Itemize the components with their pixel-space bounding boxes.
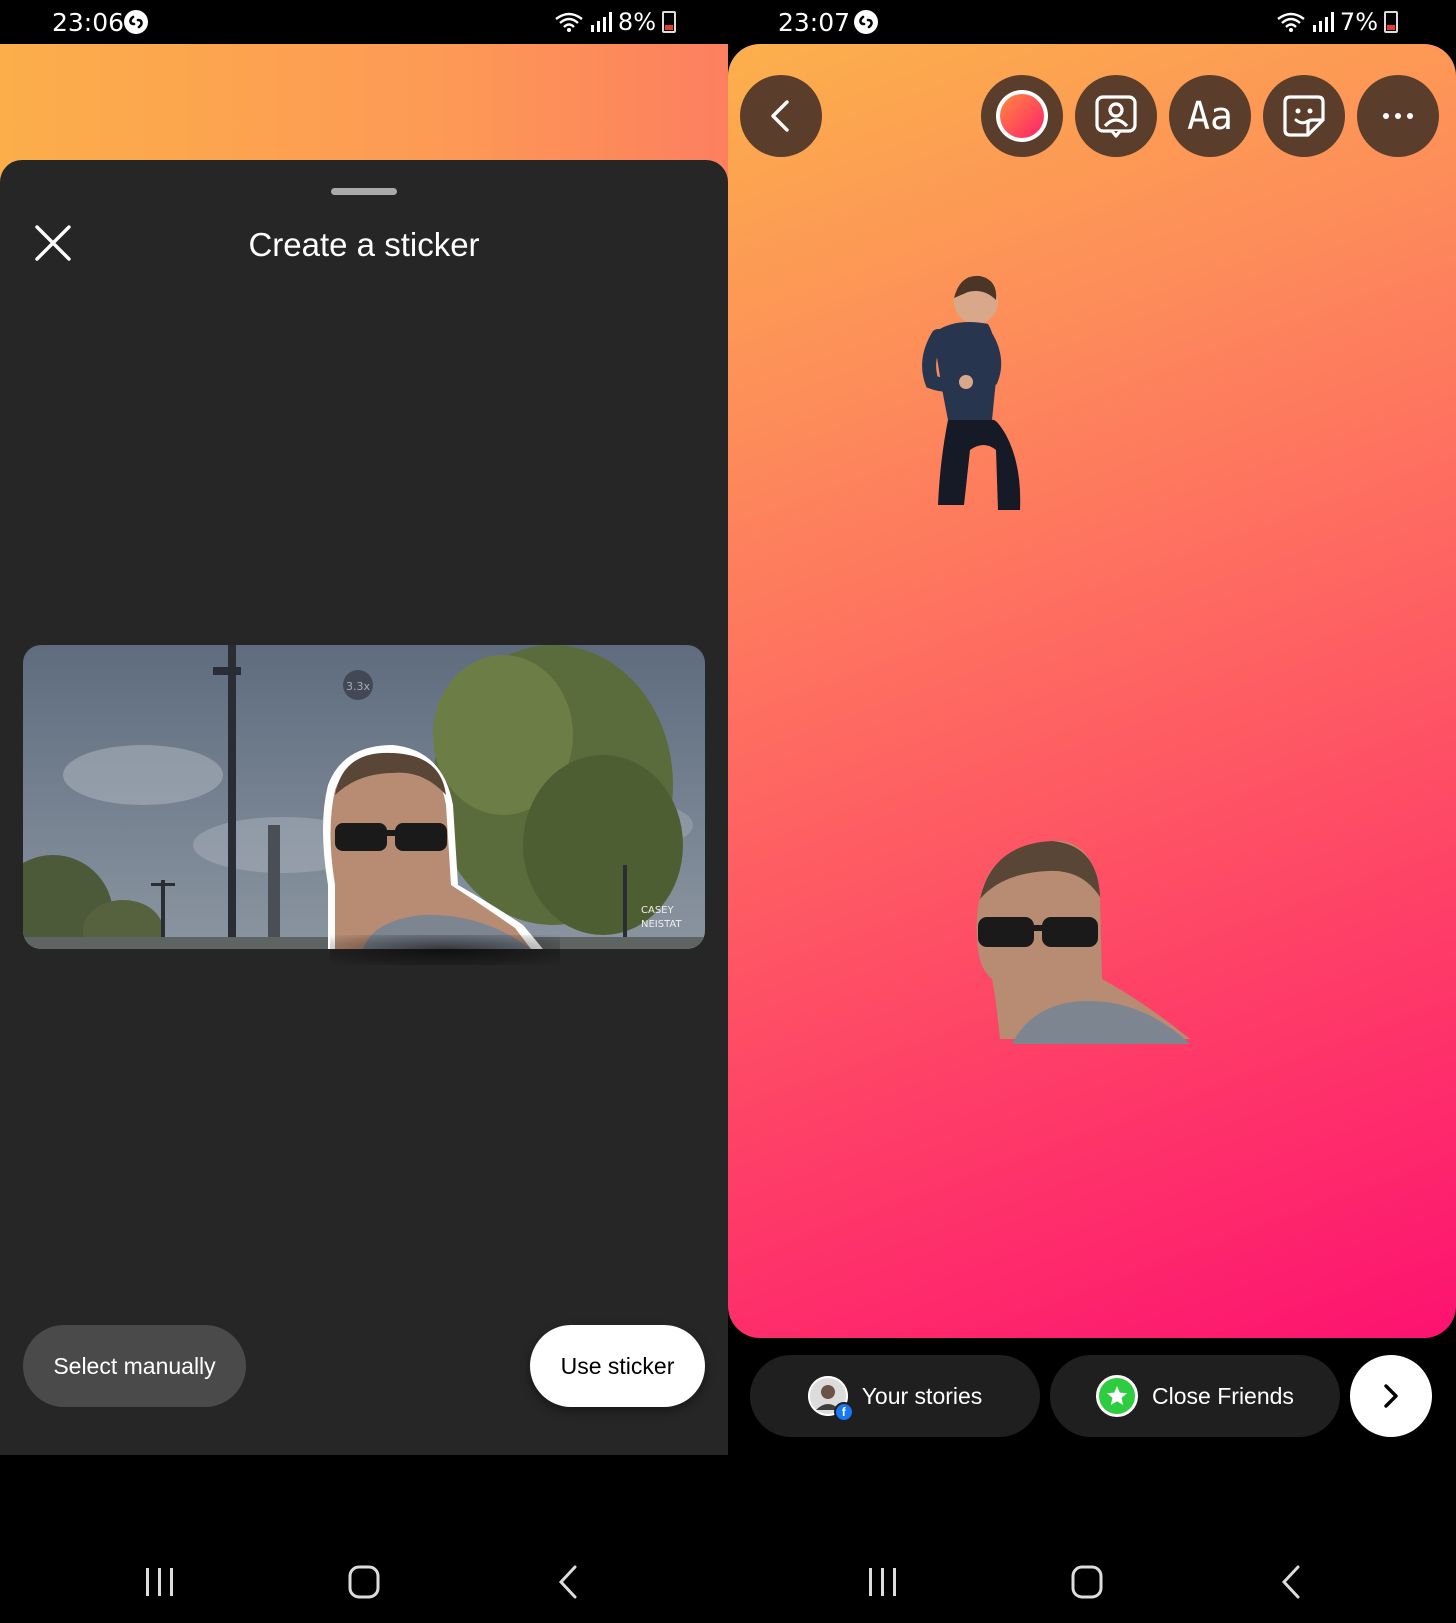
facebook-icon: f xyxy=(833,1402,854,1422)
create-sticker-sheet: Create a sticker 3.3x CASEY NEISTAT Sele… xyxy=(0,160,728,1455)
wifi-icon xyxy=(555,12,583,32)
sticker-icon xyxy=(1283,95,1325,137)
recents-icon[interactable] xyxy=(858,1562,908,1602)
close-friends-button[interactable]: Close Friends xyxy=(1050,1355,1340,1437)
sheet-drag-handle[interactable] xyxy=(331,188,397,195)
effects-circle-icon xyxy=(996,90,1048,142)
sticker-button[interactable] xyxy=(1263,75,1345,157)
story-canvas[interactable]: Aa xyxy=(728,44,1456,1338)
sticker-source-photo[interactable]: 3.3x CASEY NEISTAT xyxy=(23,645,705,949)
status-time: 23:06 xyxy=(52,8,125,37)
home-icon[interactable] xyxy=(339,1562,389,1602)
your-stories-button[interactable]: f Your stories xyxy=(750,1355,1040,1437)
text-tool-button[interactable]: Aa xyxy=(1169,75,1251,157)
close-friends-label: Close Friends xyxy=(1152,1382,1294,1409)
photo-scene: 3.3x CASEY NEISTAT xyxy=(23,645,705,949)
dancing-person-sticker[interactable] xyxy=(888,270,1028,520)
system-navbar xyxy=(728,1540,1456,1620)
svg-text:NEISTAT: NEISTAT xyxy=(641,919,682,930)
status-bar: 23:07 7% xyxy=(728,0,1456,44)
battery-icon xyxy=(1384,11,1398,33)
tag-people-button[interactable] xyxy=(1075,75,1157,157)
effects-button[interactable] xyxy=(981,75,1063,157)
signal-icon xyxy=(590,12,612,32)
home-icon[interactable] xyxy=(1062,1562,1112,1602)
recents-icon[interactable] xyxy=(135,1562,185,1602)
battery-percent: 8% xyxy=(617,8,656,36)
star-icon xyxy=(1107,1386,1128,1405)
status-bar: 23:06 8% xyxy=(0,0,728,44)
battery-icon xyxy=(662,11,676,33)
left-screen: 23:06 8% Create a sticker 3.3x CASEY NEI… xyxy=(0,0,728,1623)
face-sticker[interactable] xyxy=(972,839,1192,1044)
close-friends-badge xyxy=(1096,1375,1139,1417)
shazam-icon xyxy=(854,10,878,34)
text-tool-label: Aa xyxy=(1187,94,1233,138)
svg-text:CASEY: CASEY xyxy=(641,905,674,916)
use-sticker-button[interactable]: Use sticker xyxy=(530,1325,705,1407)
status-time: 23:07 xyxy=(778,8,851,37)
svg-text:3.3x: 3.3x xyxy=(346,680,370,693)
back-button[interactable] xyxy=(740,75,822,157)
your-stories-label: Your stories xyxy=(861,1382,983,1409)
next-button[interactable] xyxy=(1350,1355,1432,1437)
sticker-shadow xyxy=(330,935,560,965)
status-indicators: 7% xyxy=(1276,8,1398,36)
back-icon[interactable] xyxy=(1266,1562,1316,1602)
back-icon[interactable] xyxy=(543,1562,593,1602)
avatar: f xyxy=(807,1376,854,1422)
shazam-icon xyxy=(124,10,148,34)
battery-percent: 7% xyxy=(1339,8,1378,36)
tag-person-icon xyxy=(1095,95,1137,138)
right-screen: 23:07 7% Aa f Your stories Close Friends xyxy=(728,0,1456,1623)
more-options-button[interactable] xyxy=(1357,75,1439,157)
next-chevron-icon xyxy=(1384,1384,1398,1408)
system-navbar xyxy=(0,1540,728,1620)
back-chevron-icon xyxy=(771,100,789,132)
status-indicators: 8% xyxy=(554,8,676,36)
wifi-icon xyxy=(1277,12,1305,32)
select-manually-button[interactable]: Select manually xyxy=(23,1325,246,1407)
sheet-title: Create a sticker xyxy=(248,226,480,263)
more-dots-icon xyxy=(1383,113,1413,119)
signal-icon xyxy=(1312,12,1334,32)
